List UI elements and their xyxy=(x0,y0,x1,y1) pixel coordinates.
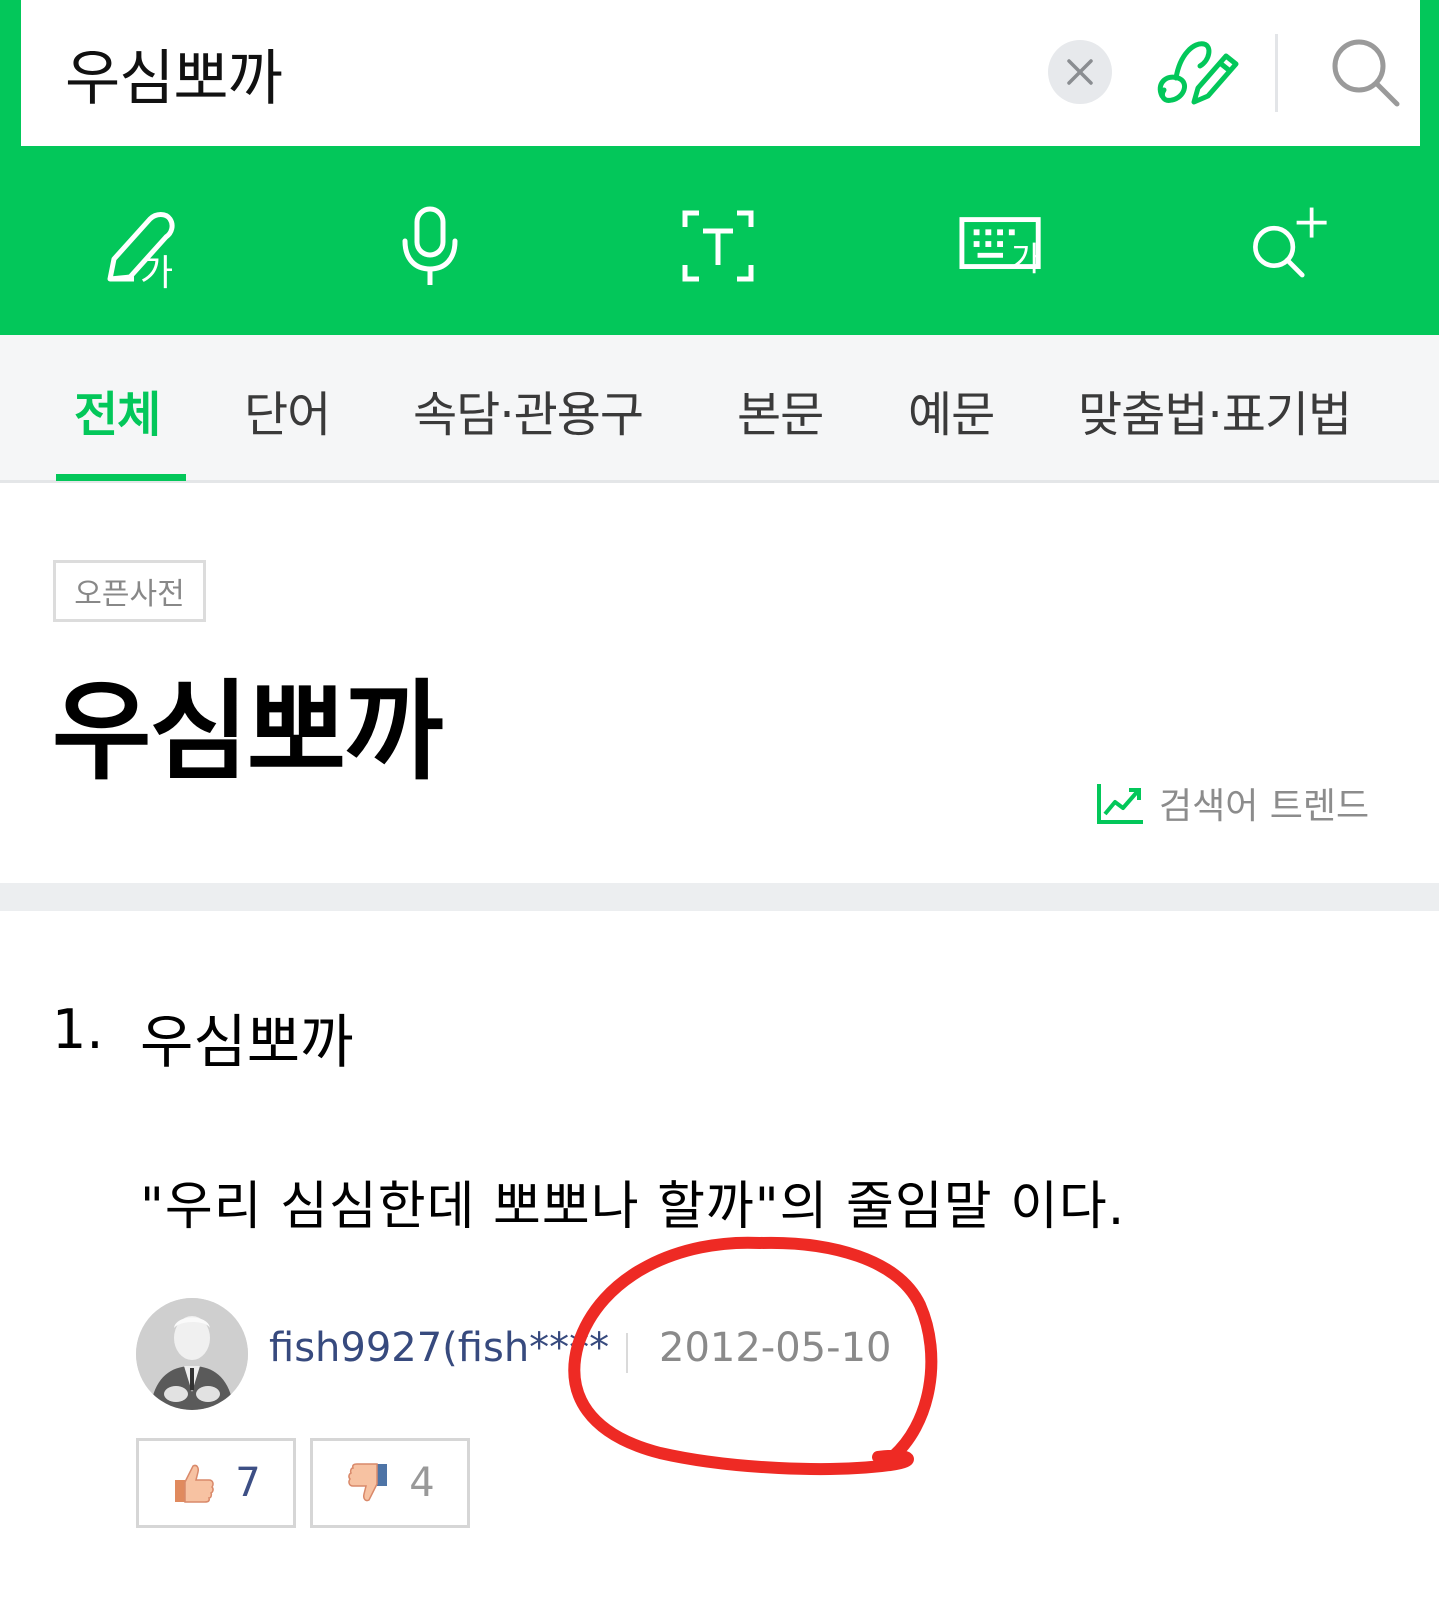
tab-spelling[interactable]: 맞춤법·표기법 xyxy=(1078,375,1352,445)
page-title: 우심뽀까 xyxy=(52,670,443,795)
entry-definition: "우리 심심한데 뽀뽀나 할까"의 줄임말 이다. xyxy=(140,1177,1126,1237)
entry-word: 우심뽀까 xyxy=(140,1008,354,1076)
avatar-photo xyxy=(136,1298,248,1410)
like-count: 7 xyxy=(235,1460,261,1506)
search-button[interactable] xyxy=(1327,34,1407,114)
search-plus-button[interactable] xyxy=(1246,201,1336,291)
author-avatar[interactable] xyxy=(136,1298,248,1410)
trend-label: 검색어 트렌드 xyxy=(1159,786,1370,827)
keyboard-button[interactable]: 가 xyxy=(958,201,1048,291)
dislike-button[interactable]: 4 xyxy=(310,1438,470,1528)
dislike-count: 4 xyxy=(409,1460,435,1506)
red-circle-annotation xyxy=(568,1236,938,1475)
tab-proverb-idiom[interactable]: 속담·관용구 xyxy=(413,375,644,445)
tab-all[interactable]: 전체 xyxy=(74,375,161,445)
text-scan-icon xyxy=(682,210,754,282)
search-trend-link[interactable]: 검색어 트렌드 xyxy=(1095,777,1369,829)
search-input[interactable]: 우심뽀까 xyxy=(65,30,283,117)
svg-text:가: 가 xyxy=(1011,239,1042,278)
svg-text:가: 가 xyxy=(140,253,173,291)
clear-button[interactable] xyxy=(1048,40,1112,104)
entry-number: 1. xyxy=(52,998,104,1061)
section-divider xyxy=(0,883,1439,911)
handwriting-input-icon: 가 xyxy=(107,212,175,291)
input-toolbar: 가 가 xyxy=(0,146,1439,335)
category-tabs: 전체 단어 속담·관용구 본문 예문 맞춤법·표기법 xyxy=(0,335,1439,483)
thumbs-up-icon xyxy=(175,1464,215,1503)
text-scan-button[interactable] xyxy=(673,201,763,291)
handwriting-input-button[interactable]: 가 xyxy=(100,201,190,291)
thumbs-down-icon xyxy=(348,1463,388,1502)
header: 우심뽀까 가 가 xyxy=(0,0,1439,335)
microphone-icon xyxy=(402,206,458,285)
like-button[interactable]: 7 xyxy=(136,1438,296,1528)
trend-chart-icon xyxy=(1097,784,1143,824)
keyboard-icon: 가 xyxy=(959,217,1042,278)
active-tab-indicator xyxy=(56,474,186,481)
tab-word[interactable]: 단어 xyxy=(244,375,331,445)
search-icon xyxy=(1332,39,1400,107)
handwriting-pen-icon xyxy=(1157,41,1239,105)
voice-search-button[interactable] xyxy=(385,201,475,291)
author-link[interactable]: fish9927(fish**** xyxy=(269,1325,609,1371)
search-divider xyxy=(1275,34,1278,112)
handwriting-button[interactable] xyxy=(1154,30,1246,116)
search-plus-icon xyxy=(1253,207,1327,278)
tab-example[interactable]: 예문 xyxy=(908,375,995,445)
tab-body-text[interactable]: 본문 xyxy=(737,375,824,445)
source-badge: 오픈사전 xyxy=(53,560,206,622)
clear-icon xyxy=(1067,59,1093,85)
search-bar: 우심뽀까 xyxy=(21,0,1420,146)
